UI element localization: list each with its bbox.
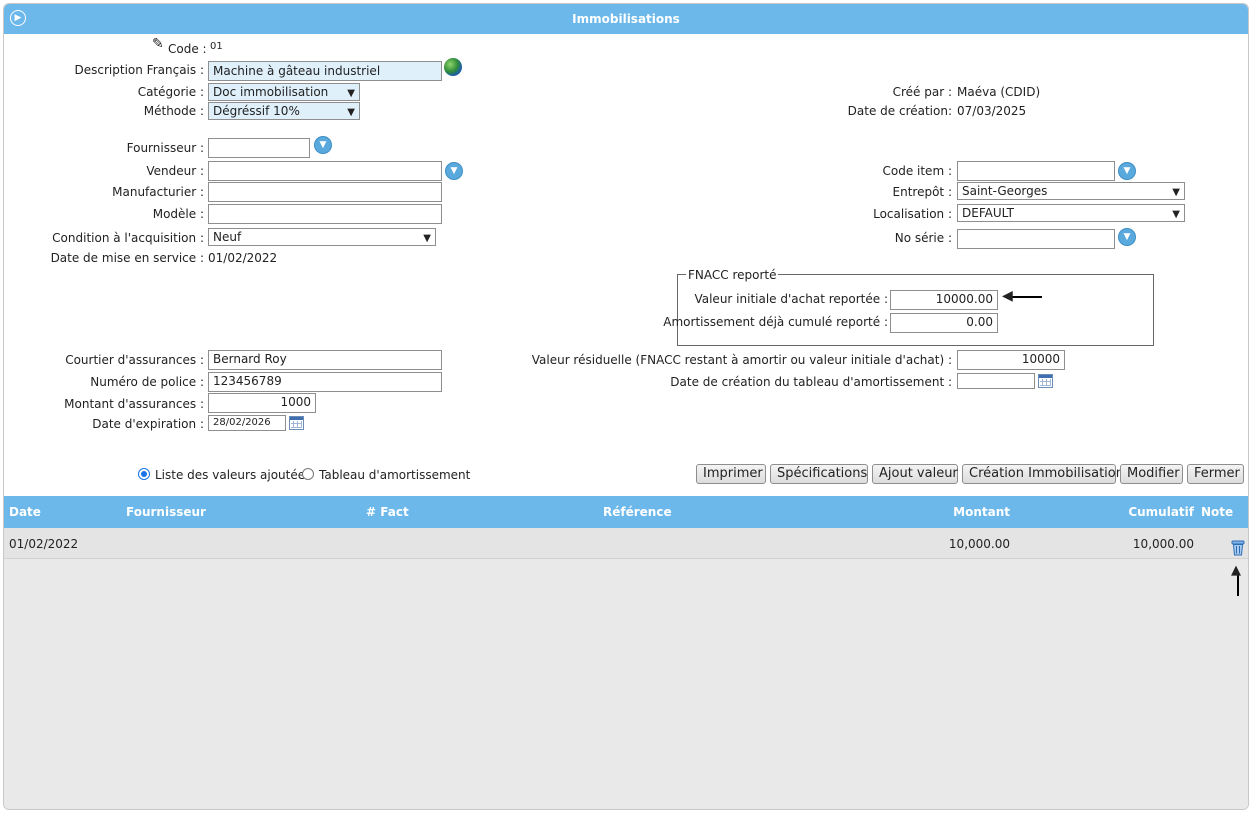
description-label: Description Français : xyxy=(74,63,204,77)
expiration-label: Date d'expiration : xyxy=(92,417,204,431)
add-value-button[interactable]: Ajout valeur xyxy=(872,464,958,484)
arrow-up-icon: ▲ xyxy=(1231,563,1241,578)
category-label: Catégorie : xyxy=(137,85,204,99)
vendeur-label: Vendeur : xyxy=(146,164,204,178)
radio-amortization-table[interactable] xyxy=(302,468,314,480)
expiration-input[interactable]: 28/02/2026 xyxy=(208,415,286,431)
fournisseur-label: Fournisseur : xyxy=(126,141,204,155)
category-select[interactable]: Doc immobilisation ▼ xyxy=(208,83,360,101)
code-value: 01 xyxy=(210,41,223,52)
col-invoice[interactable]: # Fact xyxy=(366,505,409,519)
print-button[interactable]: Imprimer xyxy=(696,464,766,484)
amount-label: Montant d'assurances : xyxy=(64,397,204,411)
col-amount[interactable]: Montant xyxy=(953,505,1010,519)
collapse-icon[interactable]: ▶ xyxy=(10,10,26,26)
modele-input[interactable] xyxy=(208,204,442,224)
method-select-value: Dégréssif 10% xyxy=(213,104,300,118)
chevron-down-icon: ▼ xyxy=(1172,187,1180,198)
close-button[interactable]: Fermer xyxy=(1187,464,1244,484)
arrow-left-icon: ◀ xyxy=(1002,288,1013,304)
chevron-down-icon: ▼ xyxy=(1172,209,1180,220)
code-item-lookup-icon[interactable]: ▼ xyxy=(1118,162,1136,180)
calendar-icon[interactable] xyxy=(1038,374,1053,388)
creation-date-value: 07/03/2025 xyxy=(957,104,1027,118)
service-date-value: 01/02/2022 xyxy=(208,251,278,265)
creation-date-label: Date de création: xyxy=(847,104,952,118)
vendeur-input[interactable] xyxy=(208,161,442,181)
code-item-input[interactable] xyxy=(957,161,1115,181)
code-item-label: Code item : xyxy=(882,164,952,178)
localisation-select-value: DEFAULT xyxy=(962,206,1014,220)
chevron-down-icon: ▼ xyxy=(347,88,355,99)
created-by-value: Maéva (CDID) xyxy=(957,85,1041,99)
fnacc-cumulated-input[interactable]: 0.00 xyxy=(890,313,998,333)
trash-icon[interactable] xyxy=(1231,540,1245,556)
col-date[interactable]: Date xyxy=(9,505,41,519)
service-date-label: Date de mise en service : xyxy=(50,251,204,265)
serial-lookup-icon[interactable]: ▼ xyxy=(1118,228,1136,246)
radio-amortization-label[interactable]: Tableau d'amortissement xyxy=(319,468,470,482)
amount-input[interactable]: 1000 xyxy=(208,393,316,413)
fnacc-legend: FNACC reporté xyxy=(686,268,779,282)
residual-label: Valeur résiduelle (FNACC restant à amort… xyxy=(531,353,952,367)
serial-input[interactable] xyxy=(957,229,1115,249)
table-date-input[interactable] xyxy=(957,373,1035,389)
radio-added-values-label[interactable]: Liste des valeurs ajoutées xyxy=(155,468,311,482)
manufacturier-label: Manufacturier : xyxy=(112,185,204,199)
residual-input[interactable]: 10000 xyxy=(957,350,1065,370)
method-select[interactable]: Dégréssif 10% ▼ xyxy=(208,102,360,120)
code-label: Code : xyxy=(168,42,207,56)
broker-input[interactable]: Bernard Roy xyxy=(208,350,442,370)
broker-label: Courtier d'assurances : xyxy=(65,353,204,367)
col-supplier[interactable]: Fournisseur xyxy=(126,505,206,519)
col-note[interactable]: Note xyxy=(1201,505,1233,519)
entrepot-select-value: Saint-Georges xyxy=(962,184,1048,198)
cell-date: 01/02/2022 xyxy=(9,537,79,551)
fnacc-fieldset xyxy=(677,274,1154,346)
cell-cumulative: 10,000.00 xyxy=(1132,537,1194,551)
description-input[interactable]: Machine à gâteau industriel xyxy=(208,61,442,81)
created-by-label: Créé par : xyxy=(892,85,952,99)
modify-button[interactable]: Modifier xyxy=(1120,464,1183,484)
table-date-label: Date de création du tableau d'amortissem… xyxy=(670,375,952,389)
title-bar: ▶ Immobilisations xyxy=(4,4,1248,34)
manufacturier-input[interactable] xyxy=(208,182,442,202)
category-select-value: Doc immobilisation xyxy=(213,85,329,99)
window: ▶ Immobilisations ✎ Code : 01 Descriptio… xyxy=(3,3,1249,810)
policy-input[interactable]: 123456789 xyxy=(208,372,442,392)
create-asset-button[interactable]: Création Immobilisation xyxy=(962,464,1124,484)
edit-pencil-icon[interactable]: ✎ xyxy=(152,36,164,52)
method-label: Méthode : xyxy=(143,104,204,118)
modele-label: Modèle : xyxy=(152,207,204,221)
table-body: 01/02/2022 10,000.00 10,000.00 ▲ xyxy=(4,528,1248,809)
cell-amount: 10,000.00 xyxy=(948,537,1010,551)
fnacc-initial-label: Valeur initiale d'achat reportée : xyxy=(694,292,888,306)
specifications-button[interactable]: Spécifications xyxy=(770,464,868,484)
condition-label: Condition à l'acquisition : xyxy=(52,231,204,245)
globe-icon[interactable] xyxy=(444,58,462,76)
annotation-arrow xyxy=(1012,296,1042,298)
table-header: Date Fournisseur # Fact Référence Montan… xyxy=(4,496,1248,528)
window-title: Immobilisations xyxy=(572,12,680,26)
col-cumulative[interactable]: Cumulatif xyxy=(1128,505,1194,519)
serial-label: No série : xyxy=(894,231,952,245)
localisation-label: Localisation : xyxy=(873,207,952,221)
vendeur-lookup-icon[interactable]: ▼ xyxy=(445,162,463,180)
fournisseur-lookup-icon[interactable]: ▼ xyxy=(314,136,332,154)
condition-select[interactable]: Neuf ▼ xyxy=(208,228,436,246)
col-reference[interactable]: Référence xyxy=(603,505,672,519)
localisation-select[interactable]: DEFAULT ▼ xyxy=(957,204,1185,222)
policy-label: Numéro de police : xyxy=(90,375,204,389)
fournisseur-input[interactable] xyxy=(208,138,310,158)
fnacc-initial-input[interactable]: 10000.00 xyxy=(890,290,998,310)
calendar-icon[interactable] xyxy=(289,416,304,430)
condition-select-value: Neuf xyxy=(213,230,242,244)
table-row[interactable]: 01/02/2022 10,000.00 10,000.00 xyxy=(4,528,1248,559)
radio-added-values[interactable] xyxy=(138,468,150,480)
chevron-down-icon: ▼ xyxy=(347,107,355,118)
chevron-down-icon: ▼ xyxy=(423,233,431,244)
entrepot-label: Entrepôt : xyxy=(892,185,952,199)
fnacc-cumulated-label: Amortissement déjà cumulé reporté : xyxy=(663,315,888,329)
entrepot-select[interactable]: Saint-Georges ▼ xyxy=(957,182,1185,200)
